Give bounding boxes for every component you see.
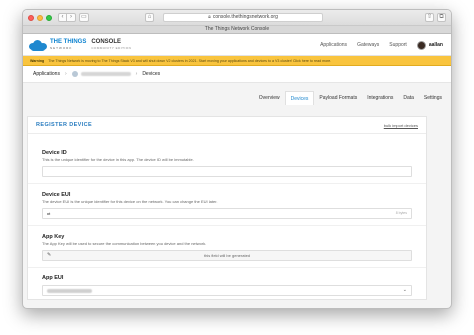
- bulk-import-link[interactable]: bulk import devices: [384, 123, 418, 128]
- warning-text: The Things Network is moving to The Thin…: [48, 59, 332, 63]
- breadcrumb-devices[interactable]: Devices: [142, 71, 160, 77]
- forward-icon[interactable]: ›: [67, 13, 76, 22]
- app-eui-field: App EUI ⌄: [28, 275, 426, 296]
- app-key-field: App Key The App Key will be used to secu…: [28, 234, 426, 261]
- avatar: [416, 40, 426, 50]
- app-key-input[interactable]: ✎ this field will be generated: [42, 250, 412, 261]
- logo-line1: THE THINGS: [50, 38, 87, 45]
- app-key-value: this field will be generated: [203, 253, 251, 258]
- url-text: console.thethingsnetwork.org: [212, 14, 278, 20]
- browser-tab[interactable]: The Things Network Console: [23, 25, 451, 34]
- username: aallan: [428, 42, 443, 48]
- application-icon: [71, 71, 78, 77]
- device-eui-field: Device EUI The device EUI is the unique …: [28, 192, 426, 219]
- app-key-description: The App Key will be used to secure the c…: [42, 241, 207, 246]
- nav-applications[interactable]: Applications: [320, 42, 347, 48]
- tab-title: The Things Network Console: [204, 26, 270, 32]
- app-eui-label: App EUI: [42, 275, 64, 281]
- app-key-label: App Key: [42, 234, 65, 240]
- lock-icon: 🔒︎: [208, 14, 211, 20]
- breadcrumb-separator: ›: [135, 71, 138, 77]
- app-header: THE THINGS NETWORK CONSOLE COMMUNITY EDI…: [23, 34, 451, 56]
- warning-label: Warning: [30, 59, 45, 63]
- tab-data[interactable]: Data: [398, 91, 419, 105]
- card-title: REGISTER DEVICE: [36, 122, 93, 128]
- browser-toolbar: ‹ › ▭ ⌂ 🔒︎ console.thethingsnetwork.org ⇧…: [23, 10, 451, 25]
- chevron-down-icon: ⌄: [402, 287, 407, 293]
- device-id-description: This is the unique identifier for the de…: [42, 157, 194, 162]
- home-icon[interactable]: ⌂: [145, 13, 154, 22]
- nav-buttons: ‹ ›: [58, 13, 76, 22]
- breadcrumb-applications[interactable]: Applications: [33, 71, 60, 77]
- divider: [28, 225, 426, 226]
- device-id-label: Device ID: [42, 150, 67, 156]
- console-text: CONSOLE: [91, 38, 122, 45]
- tab-devices[interactable]: Devices: [284, 91, 315, 105]
- device-eui-input[interactable]: ⇄ 8 bytes: [42, 208, 412, 219]
- tab-payload-formats[interactable]: Payload Formats: [314, 91, 363, 105]
- minimize-window-button[interactable]: [37, 14, 43, 21]
- window-controls: [28, 14, 52, 21]
- redacted-app-name: [80, 72, 131, 76]
- warning-banner[interactable]: Warning The Things Network is moving to T…: [23, 56, 451, 66]
- tab-overview[interactable]: Overview: [253, 91, 285, 105]
- device-eui-label: Device EUI: [42, 192, 71, 198]
- device-id-input[interactable]: [42, 166, 412, 177]
- device-id-field: Device ID This is the unique identifier …: [28, 150, 426, 177]
- tab-integrations[interactable]: Integrations: [362, 91, 399, 105]
- logo-line2: NETWORK: [50, 45, 73, 50]
- console-subtitle: COMMUNITY EDITION: [91, 45, 132, 50]
- card-header: REGISTER DEVICE bulk import devices: [28, 117, 426, 134]
- close-window-button[interactable]: [28, 14, 34, 21]
- share-icon[interactable]: ⇧: [424, 13, 434, 22]
- zoom-window-button[interactable]: [46, 14, 52, 21]
- user-menu[interactable]: aallan: [416, 40, 443, 50]
- cloud-logo-icon: [29, 39, 47, 51]
- toolbar-right: ⇧ ⧉: [422, 13, 446, 22]
- logo-text: THE THINGS NETWORK: [50, 39, 86, 51]
- register-device-card: REGISTER DEVICE bulk import devices Devi…: [27, 116, 427, 300]
- tabs-icon[interactable]: ⧉: [437, 13, 446, 22]
- sidebar-icon[interactable]: ▭: [79, 13, 89, 22]
- device-eui-size: 8 bytes: [395, 211, 407, 215]
- app-eui-select[interactable]: ⌄: [42, 285, 412, 296]
- ttn-logo[interactable]: THE THINGS NETWORK CONSOLE COMMUNITY EDI…: [29, 39, 131, 51]
- nav-gateways[interactable]: Gateways: [357, 42, 379, 48]
- generate-eui-icon[interactable]: ⇄: [47, 209, 50, 218]
- console-label: CONSOLE COMMUNITY EDITION: [91, 39, 131, 51]
- breadcrumb: Applications › › Devices: [23, 66, 451, 83]
- tab-settings[interactable]: Settings: [418, 91, 447, 105]
- divider: [28, 267, 426, 268]
- breadcrumb-application[interactable]: [71, 71, 131, 77]
- breadcrumb-separator: ›: [64, 71, 67, 77]
- back-icon[interactable]: ‹: [58, 13, 67, 22]
- nav-support[interactable]: Support: [389, 42, 407, 48]
- app-tabs: Overview Devices Payload Formats Integra…: [23, 88, 451, 105]
- divider: [28, 183, 426, 184]
- redacted-app-eui: [47, 289, 92, 293]
- device-eui-description: The device EUI is the unique identifier …: [42, 199, 218, 204]
- address-bar[interactable]: 🔒︎ console.thethingsnetwork.org: [163, 13, 323, 22]
- main-nav: Applications Gateways Support aallan: [320, 34, 443, 56]
- pencil-icon[interactable]: ✎: [47, 251, 51, 260]
